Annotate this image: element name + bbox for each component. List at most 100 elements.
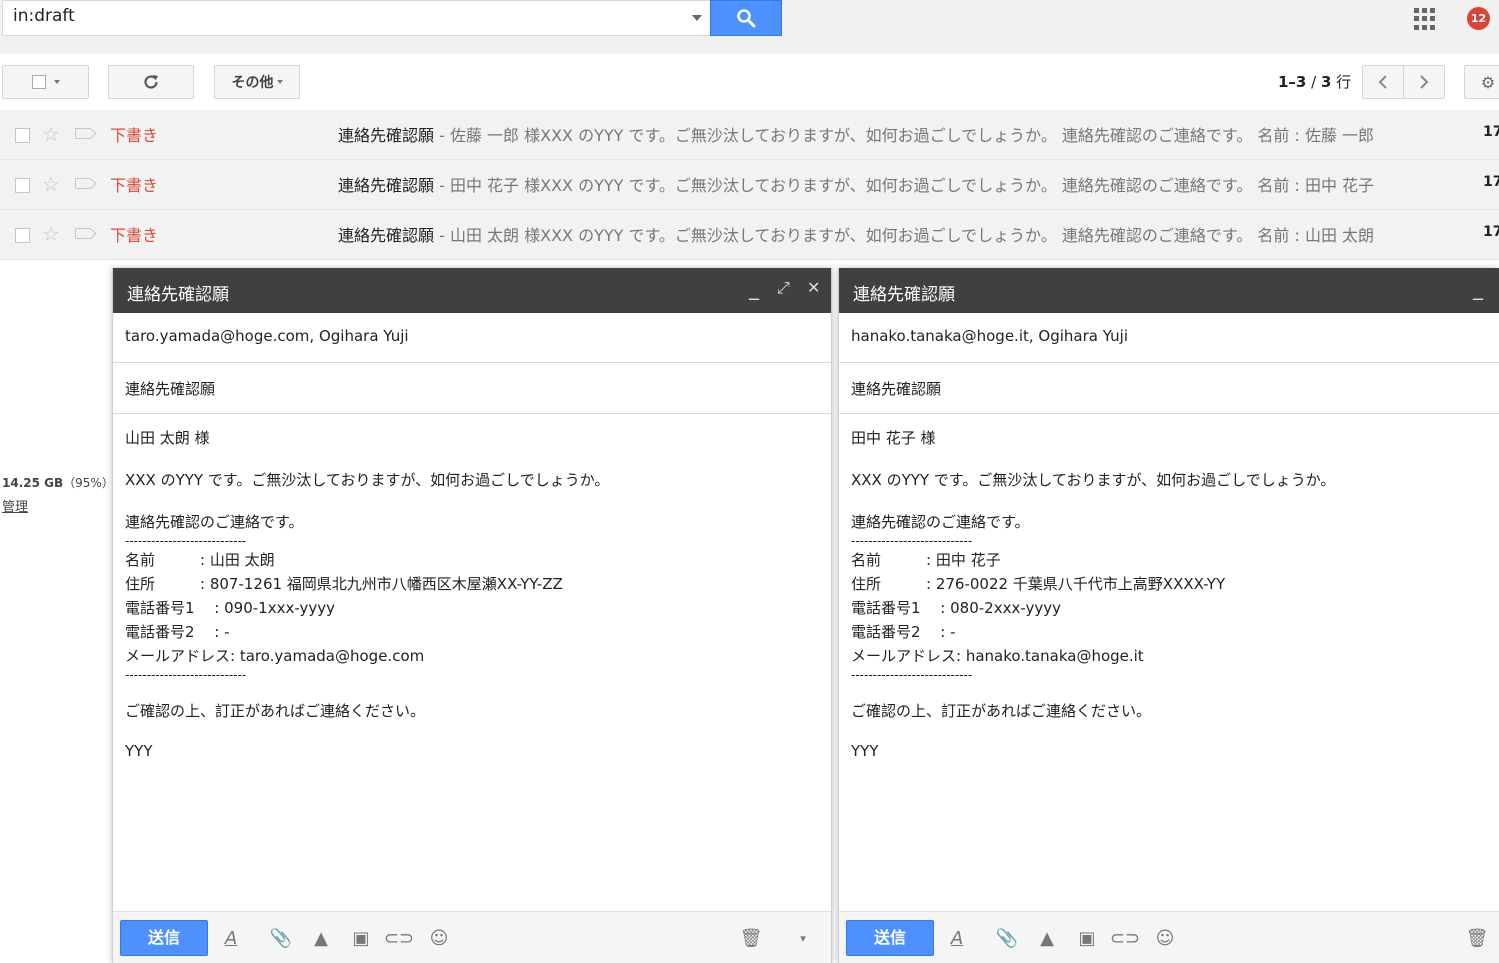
search-query[interactable]: in:draft bbox=[13, 6, 75, 26]
search-input[interactable]: in:draft bbox=[2, 0, 710, 36]
storage-used: 14.25 GB bbox=[2, 476, 64, 490]
message-row[interactable]: ☆ 下書き 連絡先確認願 - 田中 花子 様XXX のYYY です。ご無沙汰して… bbox=[0, 160, 1499, 210]
message-row[interactable]: ☆ 下書き 連絡先確認願 - 山田 太朗 様XXX のYYY です。ご無沙汰して… bbox=[0, 210, 1499, 260]
chevron-down-icon bbox=[53, 80, 60, 84]
search-options-dropdown-icon[interactable] bbox=[692, 15, 702, 21]
expand-icon[interactable]: ⤢ bbox=[777, 278, 790, 298]
more-actions-button[interactable]: その他 bbox=[214, 65, 300, 99]
older-button[interactable] bbox=[1403, 65, 1445, 99]
row-snippet: - 佐藤 一郎 様XXX のYYY です。ご無沙汰しておりますが、如何お過ごしで… bbox=[434, 126, 1375, 145]
pager-status: 1–3 / 3 行 bbox=[1278, 71, 1351, 92]
body-purpose: 連絡先確認のご連絡です。 bbox=[851, 513, 1030, 531]
body-divider: ---------------------------- bbox=[851, 534, 973, 548]
importance-marker-icon[interactable] bbox=[75, 228, 91, 239]
message-body[interactable]: 山田 太朗 様 XXX のYYY です。ご無沙汰しておりますが、如何お過ごしでし… bbox=[125, 428, 609, 763]
body-greeting: 田中 花子 様 bbox=[851, 429, 936, 447]
attach-file-icon[interactable]: 📎 bbox=[995, 926, 1019, 950]
body-greeting: 山田 太朗 様 bbox=[125, 429, 210, 447]
row-subject: 連絡先確認願 - 山田 太朗 様XXX のYYY です。ご無沙汰しておりますが、… bbox=[338, 222, 1420, 246]
body-address: 住所 : 276-0022 千葉県八千代市上高野XXXX-YY bbox=[851, 575, 1226, 593]
row-checkbox[interactable] bbox=[15, 178, 30, 193]
more-actions-label: その他 bbox=[231, 75, 274, 91]
manage-storage-link[interactable]: 管理 bbox=[2, 496, 28, 515]
insert-photo-icon[interactable]: ▣ bbox=[1075, 926, 1099, 950]
chevron-left-icon bbox=[1378, 75, 1387, 89]
subject-value[interactable]: 連絡先確認願 bbox=[851, 378, 941, 399]
row-checkbox[interactable] bbox=[15, 228, 30, 243]
message-row[interactable]: ☆ 下書き 連絡先確認願 - 佐藤 一郎 様XXX のYYY です。ご無沙汰して… bbox=[0, 110, 1499, 160]
subject-field[interactable]: 連絡先確認願 bbox=[113, 364, 831, 414]
minimize-icon[interactable]: _ bbox=[1473, 276, 1483, 300]
minimize-icon[interactable]: _ bbox=[749, 276, 759, 300]
pager-unit: 行 bbox=[1331, 73, 1352, 91]
formatting-options-icon[interactable]: A bbox=[945, 926, 969, 950]
body-closing: ご確認の上、訂正があればご連絡ください。 bbox=[851, 702, 1152, 720]
newer-button[interactable] bbox=[1362, 65, 1404, 99]
row-snippet: - 田中 花子 様XXX のYYY です。ご無沙汰しておりますが、如何お過ごしで… bbox=[434, 176, 1375, 195]
checkbox-icon[interactable] bbox=[31, 75, 46, 89]
body-divider: ---------------------------- bbox=[125, 534, 247, 548]
notification-badge[interactable]: 12 bbox=[1467, 7, 1490, 30]
body-phone2: 電話番号2 : - bbox=[125, 623, 230, 641]
insert-photo-icon[interactable]: ▣ bbox=[349, 926, 373, 950]
close-icon[interactable]: ✕ bbox=[807, 278, 820, 297]
refresh-button[interactable] bbox=[108, 65, 194, 99]
compose-footer: 送信 A 📎 ▲ ▣ ⊂⊃ ☺ 🗑 ▾ bbox=[113, 911, 831, 963]
emoji-icon[interactable]: ☺ bbox=[1153, 926, 1177, 950]
compose-header[interactable]: 連絡先確認願 _ ⤢ ✕ bbox=[113, 268, 831, 313]
search-button[interactable] bbox=[710, 0, 782, 36]
discard-draft-icon[interactable]: 🗑 bbox=[1465, 926, 1489, 950]
emoji-icon[interactable]: ☺ bbox=[427, 926, 451, 950]
body-divider: ---------------------------- bbox=[851, 668, 973, 682]
row-subject-title: 連絡先確認願 bbox=[338, 126, 435, 145]
body-signature: YYY bbox=[125, 742, 153, 760]
row-sender: 下書き bbox=[110, 176, 159, 195]
pager-total: 3 bbox=[1320, 73, 1332, 91]
drive-icon[interactable]: ▲ bbox=[1035, 926, 1059, 950]
body-phone1: 電話番号1 : 090-1xxx-yyyy bbox=[125, 599, 336, 617]
row-sender: 下書き bbox=[110, 226, 159, 245]
body-phone2: 電話番号2 : - bbox=[851, 623, 956, 641]
body-intro: XXX のYYY です。ご無沙汰しておりますが、如何お過ごしでしょうか。 bbox=[851, 471, 1336, 489]
chevron-down-icon bbox=[276, 80, 283, 84]
row-sender: 下書き bbox=[110, 126, 159, 145]
refresh-icon bbox=[144, 75, 158, 89]
importance-marker-icon[interactable] bbox=[75, 178, 91, 189]
insert-link-icon[interactable]: ⊂⊃ bbox=[1110, 926, 1140, 950]
to-field[interactable]: hanako.tanaka@hoge.it, Ogihara Yuji bbox=[839, 313, 1499, 363]
message-body[interactable]: 田中 花子 様 XXX のYYY です。ご無沙汰しておりますが、如何お過ごしでし… bbox=[851, 428, 1335, 763]
to-recipients[interactable]: hanako.tanaka@hoge.it, Ogihara Yuji bbox=[851, 327, 1128, 345]
discard-draft-icon[interactable]: 🗑 bbox=[739, 926, 763, 950]
body-signature: YYY bbox=[851, 742, 879, 760]
row-date: 17 bbox=[1483, 224, 1499, 240]
drive-icon[interactable]: ▲ bbox=[309, 926, 333, 950]
star-icon[interactable]: ☆ bbox=[42, 222, 60, 246]
row-date: 17 bbox=[1483, 174, 1499, 190]
to-recipients[interactable]: taro.yamada@hoge.com, Ogihara Yuji bbox=[125, 327, 409, 345]
compose-title: 連絡先確認願 bbox=[853, 285, 955, 305]
settings-button[interactable]: ⚙ bbox=[1464, 65, 1499, 99]
body-phone1: 電話番号1 : 080-2xxx-yyyy bbox=[851, 599, 1062, 617]
body-intro: XXX のYYY です。ご無沙汰しておりますが、如何お過ごしでしょうか。 bbox=[125, 471, 610, 489]
search-icon bbox=[737, 9, 756, 28]
star-icon[interactable]: ☆ bbox=[42, 122, 60, 146]
send-button[interactable]: 送信 bbox=[120, 920, 208, 956]
to-field[interactable]: taro.yamada@hoge.com, Ogihara Yuji bbox=[113, 313, 831, 363]
insert-link-icon[interactable]: ⊂⊃ bbox=[384, 926, 414, 950]
formatting-options-icon[interactable]: A bbox=[219, 926, 243, 950]
storage-percent: （95%） bbox=[63, 476, 114, 490]
row-subject-title: 連絡先確認願 bbox=[338, 176, 435, 195]
row-checkbox[interactable] bbox=[15, 128, 30, 143]
gear-icon: ⚙ bbox=[1480, 72, 1496, 92]
importance-marker-icon[interactable] bbox=[75, 128, 91, 139]
body-name: 名前 : 田中 花子 bbox=[851, 551, 1001, 569]
send-button[interactable]: 送信 bbox=[846, 920, 934, 956]
more-options-icon[interactable]: ▾ bbox=[791, 926, 815, 950]
subject-field[interactable]: 連絡先確認願 bbox=[839, 364, 1499, 414]
attach-file-icon[interactable]: 📎 bbox=[269, 926, 293, 950]
compose-header[interactable]: 連絡先確認願 _ bbox=[839, 268, 1499, 313]
select-all-checkbox-dropdown[interactable] bbox=[2, 65, 89, 99]
apps-grid-icon[interactable] bbox=[1414, 8, 1436, 30]
star-icon[interactable]: ☆ bbox=[42, 172, 60, 196]
subject-value[interactable]: 連絡先確認願 bbox=[125, 378, 215, 399]
